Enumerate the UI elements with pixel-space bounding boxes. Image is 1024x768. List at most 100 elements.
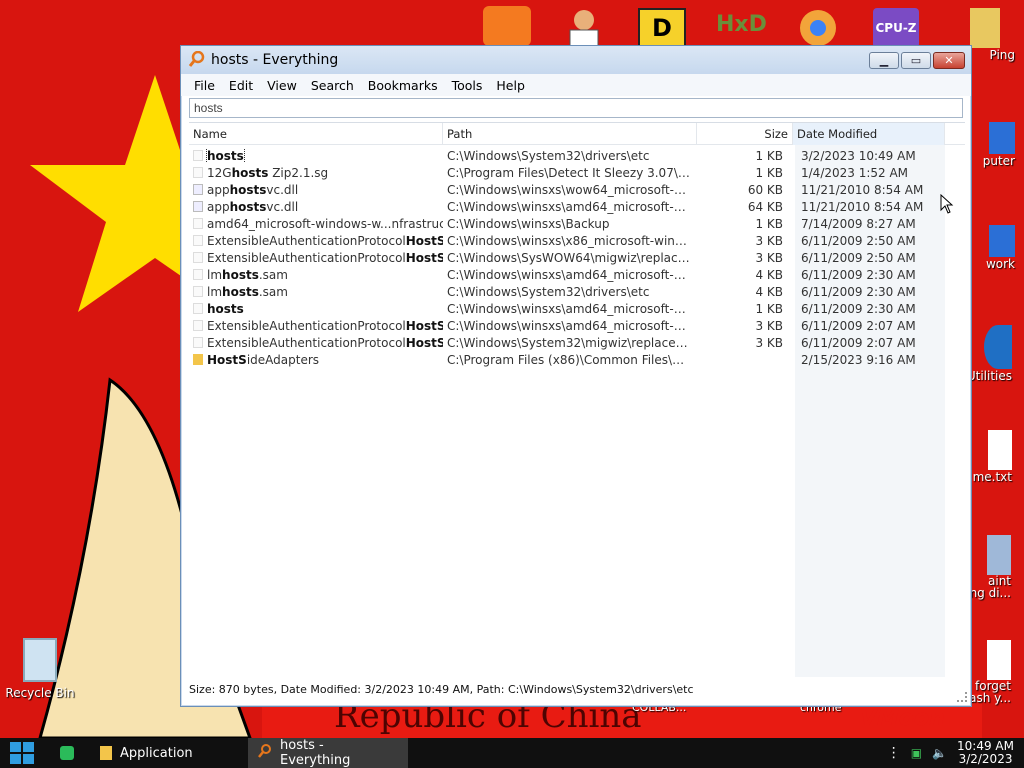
clock[interactable]: 10:49 AM 3/2/2023 [957, 740, 1014, 766]
file-name: HostSideAdapters [207, 353, 319, 367]
minimize-button[interactable]: ▁ [869, 51, 899, 69]
desktop-icon-chrome-canary[interactable] [796, 8, 840, 48]
column-header-size[interactable]: Size [697, 123, 793, 145]
table-row[interactable]: amd64_microsoft-windows-w...nfrastructu.… [189, 215, 965, 232]
desktop-icon-hxd[interactable]: HxD [716, 12, 767, 44]
cell-name: lmhosts.sam [189, 285, 443, 299]
maximize-button[interactable]: ▭ [901, 51, 931, 69]
file-icon [193, 286, 203, 297]
table-row[interactable]: ExtensibleAuthenticationProtocolHostS...… [189, 317, 965, 334]
name-match: hosts [222, 267, 259, 282]
cell-path: C:\Windows\SysWOW64\migwiz\replacem... [447, 250, 697, 265]
file-name: hosts [206, 148, 245, 163]
cell-date-modified: 11/21/2010 8:54 AM [801, 199, 924, 214]
cell-name: hosts [189, 302, 443, 316]
name-match: HostS... [405, 233, 443, 248]
cell-name: ExtensibleAuthenticationProtocolHostS... [189, 319, 443, 333]
cell-path: C:\Windows\winsxs\amd64_microsoft-wind..… [447, 267, 697, 282]
menu-tools[interactable]: Tools [445, 78, 490, 93]
menu-search[interactable]: Search [304, 78, 361, 93]
file-icon [193, 235, 203, 246]
file-name: apphostsvc.dll [207, 200, 298, 214]
mouse-cursor-icon [940, 194, 954, 214]
cell-path: C:\Program Files (x86)\Common Files\micr… [447, 352, 697, 367]
app-green-icon [60, 746, 74, 760]
file-icon [193, 218, 203, 229]
column-header-date-modified[interactable]: Date Modified [793, 123, 945, 145]
cell-date-modified: 6/11/2009 2:30 AM [801, 284, 916, 299]
cell-date-modified: 6/11/2009 2:30 AM [801, 301, 916, 316]
volume-icon[interactable]: 🔈 [932, 746, 947, 760]
cell-date-modified: 6/11/2009 2:30 AM [801, 267, 916, 282]
cell-size: 1 KB [755, 301, 783, 316]
close-button[interactable]: ✕ [933, 51, 965, 69]
name-part: ExtensibleAuthenticationProtocol [207, 250, 406, 265]
menu-edit[interactable]: Edit [222, 78, 260, 93]
overflow-icon[interactable]: ⋮ [887, 745, 901, 761]
wallpaper-brand: VMoon [860, 706, 945, 731]
column-header-path[interactable]: Path [443, 123, 697, 145]
menu-help[interactable]: Help [489, 78, 532, 93]
file-name: ExtensibleAuthenticationProtocolHostS... [207, 251, 443, 265]
cell-name: ExtensibleAuthenticationProtocolHostS... [189, 251, 443, 265]
name-match: hosts [207, 301, 244, 316]
file-icon [193, 269, 203, 280]
cell-size: 4 KB [755, 284, 783, 299]
file-icon [193, 303, 203, 314]
recycle-bin-icon[interactable]: Recycle Bin [0, 638, 80, 700]
start-button[interactable] [0, 738, 44, 768]
table-row[interactable]: lmhosts.sam C:\Windows\System32\drivers\e… [189, 283, 965, 300]
cell-size: 64 KB [747, 199, 783, 214]
cell-date-modified: 11/21/2010 8:54 AM [801, 182, 924, 197]
maximize-icon: ▭ [910, 53, 922, 67]
name-match: hosts [231, 165, 269, 180]
taskbar-label: hosts - Everything [280, 738, 351, 768]
title-bar[interactable]: hosts - Everything ▁ ▭ ✕ [181, 46, 971, 74]
cell-path: C:\Windows\winsxs\x86_microsoft-window..… [447, 233, 697, 248]
file-name: amd64_microsoft-windows-w...nfrastructu.… [207, 217, 443, 231]
desktop-icon-cpuz[interactable]: CPU-Z [873, 8, 919, 48]
cell-size: 3 KB [755, 335, 783, 350]
table-row[interactable]: ExtensibleAuthenticationProtocolHostS...… [189, 232, 965, 249]
resize-grip-icon[interactable] [957, 692, 967, 702]
menu-view[interactable]: View [260, 78, 304, 93]
table-row[interactable]: hosts C:\Windows\winsxs\amd64_microsoft-w… [189, 300, 965, 317]
table-row[interactable]: HostSideAdapters C:\Program Files (x86)\C… [189, 351, 965, 368]
desktop-icon-die[interactable]: D [638, 8, 686, 48]
cell-date-modified: 3/2/2023 10:49 AM [801, 148, 916, 163]
desktop-icon-app1[interactable] [483, 6, 531, 46]
cell-name: apphostsvc.dll [189, 200, 443, 214]
network-icon[interactable]: ▣ [911, 746, 922, 760]
taskbar-app-icon[interactable] [44, 738, 90, 768]
menu-bar: File Edit View Search Bookmarks Tools Help [181, 74, 971, 96]
file-name: 12Ghosts Zip2.1.sg [207, 166, 328, 180]
magnifier-icon [258, 744, 272, 762]
table-row[interactable]: 12Ghosts Zip2.1.sg C:\Program Files\Detec… [189, 164, 965, 181]
name-match: hosts [222, 284, 259, 299]
taskbar-button-everything[interactable]: hosts - Everything [248, 738, 408, 768]
table-row[interactable]: lmhosts.sam C:\Windows\winsxs\amd64_micro… [189, 266, 965, 283]
table-row[interactable]: apphostsvc.dll C:\Windows\winsxs\amd64_mi… [189, 198, 965, 215]
folder-icon [193, 354, 203, 365]
name-part: amd64_microsoft-windows-w...nfrastructu.… [207, 216, 443, 231]
results-list[interactable]: Name Path Size Date Modified hosts C:\Win… [189, 122, 965, 677]
name-match: HostS... [405, 318, 443, 333]
desktop-icon-app2[interactable] [562, 6, 606, 47]
menu-file[interactable]: File [187, 78, 222, 93]
table-row[interactable]: hosts C:\Windows\System32\drivers\etc 1 KB… [189, 147, 965, 164]
table-row[interactable]: ExtensibleAuthenticationProtocolHostS...… [189, 334, 965, 351]
menu-bookmarks[interactable]: Bookmarks [361, 78, 445, 93]
column-header-name[interactable]: Name [189, 123, 443, 145]
magnifier-icon [188, 50, 205, 70]
file-icon [193, 320, 203, 331]
taskbar-button-application[interactable]: Application [90, 738, 248, 768]
table-row[interactable]: ExtensibleAuthenticationProtocolHostS...… [189, 249, 965, 266]
name-match: HostS... [405, 335, 443, 350]
folder-icon [100, 746, 112, 760]
table-row[interactable]: apphostsvc.dll C:\Windows\winsxs\wow64_mi… [189, 181, 965, 198]
search-input[interactable] [189, 98, 963, 118]
recycle-bin-label: Recycle Bin [5, 686, 75, 700]
name-part: vc.dll [266, 182, 299, 197]
file-name: hosts [207, 302, 244, 316]
cell-name: lmhosts.sam [189, 268, 443, 282]
